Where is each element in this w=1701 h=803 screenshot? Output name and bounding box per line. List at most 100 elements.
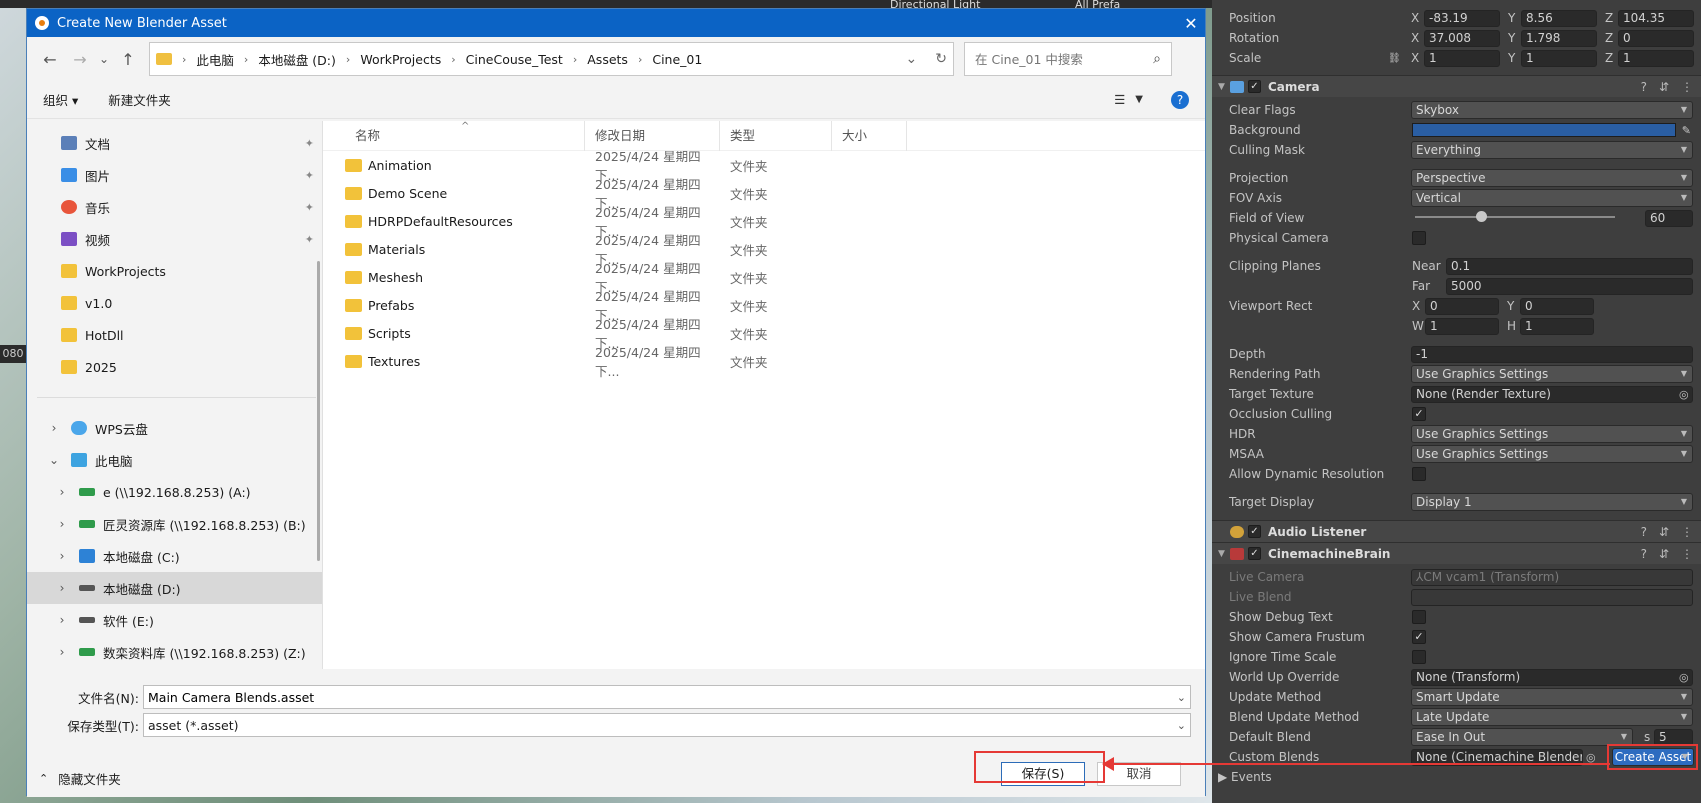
chevron-right-icon[interactable]: ›: [55, 613, 69, 627]
file-row[interactable]: Meshesh 2025/4/24 星期四 下... 文件夹: [323, 261, 1205, 295]
eyedropper-icon[interactable]: ✎: [1682, 124, 1691, 137]
scale-y-field[interactable]: 1: [1521, 49, 1597, 67]
fov-field[interactable]: 60: [1645, 209, 1693, 227]
camera-component-header[interactable]: ▼ ✓ Camera ? ⇵ ⋮: [1212, 75, 1701, 97]
depth-field[interactable]: -1: [1411, 345, 1693, 363]
viewport-y-field[interactable]: 0: [1520, 297, 1594, 315]
sidebar-item-drive-b[interactable]: › 匠灵资源库 (\\192.168.8.253) (B:): [27, 508, 322, 540]
file-row[interactable]: Animation 2025/4/24 星期四 下... 文件夹: [323, 149, 1205, 183]
breadcrumb-item[interactable]: 此电脑: [196, 50, 234, 69]
sidebar-item-drive-a[interactable]: › e (\\192.168.8.253) (A:): [27, 476, 322, 508]
preset-icon[interactable]: ⇵: [1659, 80, 1669, 94]
sidebar-item-music[interactable]: 音乐 ✦: [27, 191, 322, 223]
preset-icon[interactable]: ⇵: [1659, 547, 1669, 561]
target-texture-field[interactable]: None (Render Texture): [1411, 385, 1693, 403]
file-row[interactable]: Demo Scene 2025/4/24 星期四 下... 文件夹: [323, 177, 1205, 211]
fold-arrow-icon[interactable]: ▼: [1218, 549, 1225, 559]
column-header-date[interactable]: 修改日期: [585, 120, 720, 151]
component-enabled-checkbox[interactable]: ✓: [1248, 547, 1261, 560]
view-dropdown-icon[interactable]: ▼: [1135, 94, 1143, 105]
sidebar-item-drive-c[interactable]: › 本地磁盘 (C:): [27, 540, 322, 572]
sidebar-item-2025[interactable]: 2025: [27, 351, 322, 383]
file-row[interactable]: Scripts 2025/4/24 星期四 下... 文件夹: [323, 317, 1205, 351]
breadcrumb-item[interactable]: Cine_01: [652, 52, 702, 67]
sidebar-item-drive-e[interactable]: › 软件 (E:): [27, 604, 322, 636]
refresh-icon[interactable]: ↻: [935, 51, 947, 67]
scale-z-field[interactable]: 1: [1618, 49, 1694, 67]
audio-listener-component-header[interactable]: ✓ Audio Listener ? ⇵ ⋮: [1212, 520, 1701, 542]
fold-arrow-icon[interactable]: ▼: [1218, 82, 1225, 92]
dynamic-resolution-checkbox[interactable]: [1412, 467, 1426, 481]
blend-update-method-dropdown[interactable]: Late Update: [1411, 708, 1693, 726]
search-icon[interactable]: ⌕: [1153, 51, 1161, 67]
chevron-right-icon[interactable]: ›: [55, 645, 69, 659]
clear-flags-dropdown[interactable]: Skybox: [1411, 101, 1693, 119]
file-row[interactable]: Textures 2025/4/24 星期四 下... 文件夹: [323, 345, 1205, 379]
far-field[interactable]: 5000: [1446, 277, 1693, 295]
position-y-field[interactable]: 8.56: [1521, 9, 1597, 27]
more-options-icon[interactable]: ⋮: [1681, 547, 1693, 561]
file-row[interactable]: HDRPDefaultResources 2025/4/24 星期四 下... …: [323, 205, 1205, 239]
hdr-dropdown[interactable]: Use Graphics Settings: [1411, 425, 1693, 443]
help-icon[interactable]: ?: [1171, 90, 1189, 109]
show-debug-text-checkbox[interactable]: [1412, 610, 1426, 624]
viewport-x-field[interactable]: 0: [1425, 297, 1499, 315]
hide-folders-toggle[interactable]: ⌃ 隐藏文件夹: [39, 769, 121, 788]
target-display-dropdown[interactable]: Display 1: [1411, 493, 1693, 511]
address-bar[interactable]: › 此电脑 › 本地磁盘 (D:) › WorkProjects › CineC…: [149, 42, 954, 76]
fov-axis-dropdown[interactable]: Vertical: [1411, 189, 1693, 207]
column-header-name[interactable]: 名称: [323, 120, 585, 151]
object-picker-icon[interactable]: ◎: [1679, 388, 1689, 401]
sidebar-item-hotdll[interactable]: HotDll: [27, 319, 322, 351]
sidebar-item-workprojects[interactable]: WorkProjects: [27, 255, 322, 287]
blend-seconds-field[interactable]: 5: [1654, 728, 1693, 746]
projection-dropdown[interactable]: Perspective: [1411, 169, 1693, 187]
sidebar-item-this-pc[interactable]: ⌄ 此电脑: [27, 444, 322, 476]
scale-x-field[interactable]: 1: [1424, 49, 1500, 67]
file-row[interactable]: Prefabs 2025/4/24 星期四 下... 文件夹: [323, 289, 1205, 323]
sidebar-item-wps-cloud[interactable]: › WPS云盘: [27, 412, 322, 444]
sidebar-item-drive-d[interactable]: › 本地磁盘 (D:): [27, 572, 322, 604]
events-foldout[interactable]: ▶ Events: [1218, 770, 1272, 784]
sidebar-item-v1[interactable]: v1.0: [27, 287, 322, 319]
chevron-right-icon[interactable]: ›: [55, 549, 69, 563]
near-field[interactable]: 0.1: [1446, 257, 1693, 275]
filename-field[interactable]: ⌄: [143, 685, 1191, 709]
new-folder-button[interactable]: 新建文件夹: [108, 90, 171, 109]
cinemachine-brain-component-header[interactable]: ▼ ✓ CinemachineBrain ? ⇵ ⋮: [1212, 542, 1701, 564]
search-box[interactable]: ⌕: [964, 42, 1172, 76]
component-enabled-checkbox[interactable]: ✓: [1248, 525, 1261, 538]
filename-input[interactable]: [148, 689, 1177, 705]
viewport-h-field[interactable]: 1: [1520, 317, 1594, 335]
forward-arrow-icon[interactable]: →: [65, 44, 95, 74]
msaa-dropdown[interactable]: Use Graphics Settings: [1411, 445, 1693, 463]
fov-slider-track[interactable]: [1415, 216, 1615, 218]
breadcrumb-item[interactable]: 本地磁盘 (D:): [258, 50, 336, 69]
sidebar-item-drive-z[interactable]: › 数栾资料库 (\\192.168.8.253) (Z:): [27, 636, 322, 668]
chevron-right-icon[interactable]: ›: [55, 485, 69, 499]
fov-slider-knob[interactable]: [1476, 211, 1487, 222]
chevron-down-icon[interactable]: ⌄: [47, 453, 61, 467]
sidebar-item-videos[interactable]: 视频 ✦: [27, 223, 322, 255]
chevron-right-icon[interactable]: ›: [55, 517, 69, 531]
object-picker-icon[interactable]: ◎: [1679, 671, 1689, 684]
position-x-field[interactable]: -83.19: [1424, 9, 1500, 27]
breadcrumb-item[interactable]: WorkProjects: [360, 52, 441, 67]
background-color-field[interactable]: [1412, 123, 1676, 137]
position-z-field[interactable]: 104.35: [1618, 9, 1694, 27]
breadcrumb-item[interactable]: Assets: [587, 52, 628, 67]
ignore-time-scale-checkbox[interactable]: [1412, 650, 1426, 664]
sidebar-item-documents[interactable]: 文档 ✦: [27, 127, 322, 159]
occlusion-culling-checkbox[interactable]: ✓: [1412, 407, 1426, 421]
back-arrow-icon[interactable]: ←: [35, 44, 65, 74]
chevron-right-icon[interactable]: ›: [55, 581, 69, 595]
file-row[interactable]: Materials 2025/4/24 星期四 下... 文件夹: [323, 233, 1205, 267]
recent-locations-icon[interactable]: ⌄: [95, 44, 113, 74]
preset-icon[interactable]: ⇵: [1659, 525, 1669, 539]
physical-camera-checkbox[interactable]: [1412, 231, 1426, 245]
rendering-path-dropdown[interactable]: Use Graphics Settings: [1411, 365, 1693, 383]
culling-mask-dropdown[interactable]: Everything: [1411, 141, 1693, 159]
more-options-icon[interactable]: ⋮: [1681, 80, 1693, 94]
address-dropdown-icon[interactable]: ⌄: [906, 51, 918, 67]
view-options-icon[interactable]: ☰: [1114, 92, 1125, 107]
